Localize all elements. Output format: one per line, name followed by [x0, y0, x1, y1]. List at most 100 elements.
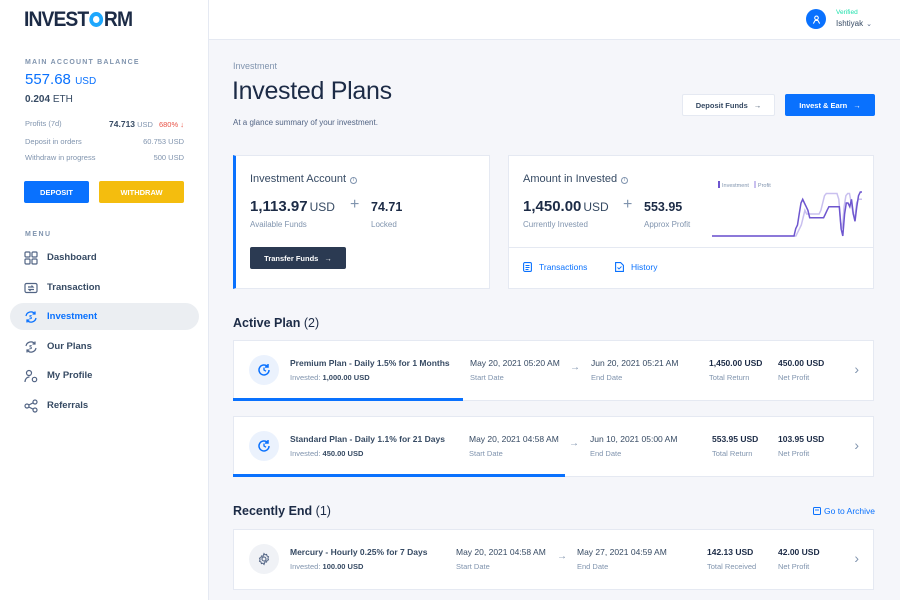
plan-row[interactable]: Mercury - Hourly 0.25% for 7 Days Invest…	[233, 529, 874, 590]
amount-invested-card: Amount in Invested i 1,450.00 USD Currentl…	[508, 155, 874, 289]
brand-logo[interactable]: INVEST RM	[24, 8, 133, 32]
sidebar-item-label: Dashboard	[47, 252, 97, 263]
svg-text:$: $	[29, 345, 32, 351]
total-return: 1,450.00 USD	[709, 358, 763, 368]
info-icon[interactable]: i	[621, 177, 629, 184]
invested-label: Invested:	[290, 373, 321, 382]
chevron-right-icon[interactable]: ›	[854, 550, 859, 566]
start-date: May 20, 2021 05:20 AM	[470, 358, 560, 368]
start-date: May 20, 2021 04:58 AM	[456, 547, 546, 557]
chevron-right-icon[interactable]: ›	[854, 361, 859, 377]
go-to-archive-link[interactable]: Go to Archive	[813, 506, 875, 516]
legend-swatch-investment	[718, 181, 720, 188]
net-profit-label: Net Profit	[778, 449, 810, 458]
plus-icon: +	[623, 196, 633, 213]
plan-icon-wrap	[249, 431, 279, 461]
investment-account-title: Investment Account	[250, 173, 346, 185]
user-dropdown[interactable]: Ishtiyak ⌄	[836, 19, 872, 28]
plan-icon-wrap	[249, 355, 279, 385]
sidebar-item-dashboard[interactable]: Dashboard	[10, 244, 199, 271]
end-date-label: End Date	[591, 373, 623, 382]
invest-earn-label: Invest & Earn	[799, 100, 848, 110]
plan-invested: Invested: 1,000.00 USD	[290, 373, 370, 382]
deposit-orders-row: Deposit in orders 60.753 USD	[25, 137, 184, 146]
start-date-label: Start Date	[470, 373, 504, 382]
withdraw-button[interactable]: WITHDRAW	[99, 181, 184, 203]
active-plan-heading: Active Plan (2)	[233, 316, 319, 330]
verified-status: Verified	[836, 9, 858, 16]
deposit-funds-label: Deposit Funds	[695, 100, 748, 110]
plus-icon: +	[350, 196, 360, 213]
invest-earn-button[interactable]: Invest & Earn →	[785, 94, 875, 116]
card-title: Amount in Invested i	[523, 173, 629, 185]
grid-icon	[24, 250, 38, 265]
arrow-right-icon: →	[557, 551, 567, 562]
username: Ishtiyak	[836, 19, 864, 28]
deposit-funds-button[interactable]: Deposit Funds →	[682, 94, 775, 116]
brand-text-a: INVEST	[24, 8, 89, 31]
file-icon	[615, 262, 624, 272]
profile-icon	[24, 369, 38, 383]
sidebar-item-investment[interactable]: $ Investment	[10, 303, 199, 330]
currently-invested-label: Currently Invested	[523, 220, 588, 229]
info-icon[interactable]: i	[350, 177, 357, 184]
recently-end-title: Recently End	[233, 504, 313, 518]
net-profit: 450.00 USD	[778, 358, 825, 368]
investment-line	[712, 191, 862, 237]
invested-value: 450.00 USD	[322, 449, 364, 458]
available-funds-amount: 1,113.97 USD	[250, 198, 335, 215]
profits-amount: 74.713	[109, 119, 136, 129]
archive-icon	[813, 507, 821, 515]
balance-value: 557.68	[25, 71, 71, 88]
sparkline-chart	[712, 191, 862, 237]
transactions-link[interactable]: Transactions	[523, 262, 587, 272]
chevron-right-icon[interactable]: ›	[854, 437, 859, 453]
investment-account-card: Investment Account i 1,113.97 USD Availabl…	[233, 155, 490, 289]
start-date-label: Start Date	[469, 449, 503, 458]
net-profit-label: Net Profit	[778, 562, 810, 571]
currency: USD	[583, 200, 609, 214]
sidebar-item-label: Transaction	[47, 282, 101, 293]
sidebar-item-transaction[interactable]: Transaction	[10, 274, 199, 301]
arrow-right-icon: →	[569, 438, 579, 449]
start-date: May 20, 2021 04:58 AM	[469, 434, 559, 444]
plan-row[interactable]: Premium Plan - Daily 1.5% for 1 Months I…	[233, 340, 874, 401]
invested-value: 1,450.00	[523, 198, 582, 215]
user-avatar[interactable]	[806, 9, 826, 29]
invested-label: Invested:	[290, 562, 321, 571]
history-link[interactable]: History	[615, 262, 657, 272]
card-divider	[509, 247, 873, 248]
breadcrumb: Investment	[233, 61, 278, 71]
legend-profit: Profit	[753, 181, 771, 189]
top-header: Verified Ishtiyak ⌄	[209, 0, 900, 40]
eth-balance: 0.204 ETH	[25, 94, 73, 105]
deposit-orders-label: Deposit in orders	[25, 137, 82, 146]
recently-end-count: (1)	[315, 504, 331, 518]
arrow-right-icon: →	[753, 100, 762, 110]
sidebar-item-referrals[interactable]: Referrals	[10, 392, 199, 419]
invested-value: 1,000.00 USD	[322, 373, 370, 382]
transfer-funds-button[interactable]: Transfer Funds →	[250, 247, 346, 269]
sidebar-item-label: My Profile	[47, 370, 93, 381]
recently-end-heading: Recently End (1)	[233, 504, 331, 518]
active-plan-title: Active Plan	[233, 316, 301, 330]
transactions-label: Transactions	[539, 262, 588, 272]
deposit-button[interactable]: DEPOSIT	[24, 181, 89, 203]
gear-icon	[258, 552, 270, 566]
transaction-icon	[24, 281, 38, 295]
arrow-right-icon: →	[570, 362, 580, 373]
total-return-label: Total Return	[712, 449, 753, 458]
plan-invested: Invested: 100.00 USD	[290, 562, 363, 571]
plan-row[interactable]: Standard Plan - Daily 1.1% for 21 Days I…	[233, 416, 874, 477]
legend-investment: Investment	[718, 181, 749, 189]
end-date: Jun 10, 2021 05:00 AM	[590, 434, 678, 444]
sidebar-item-my-profile[interactable]: My Profile	[10, 362, 199, 389]
approx-profit-amount: 553.95	[644, 200, 683, 214]
investment-icon: $	[24, 310, 38, 324]
sidebar-item-our-plans[interactable]: $ Our Plans	[10, 333, 199, 360]
invested-label: Invested:	[290, 449, 321, 458]
profits-change: 680% ↓	[158, 120, 184, 129]
available-funds-label: Available Funds	[250, 220, 307, 229]
plan-invested: Invested: 450.00 USD	[290, 449, 363, 458]
total-return: 553.95 USD	[712, 434, 759, 444]
